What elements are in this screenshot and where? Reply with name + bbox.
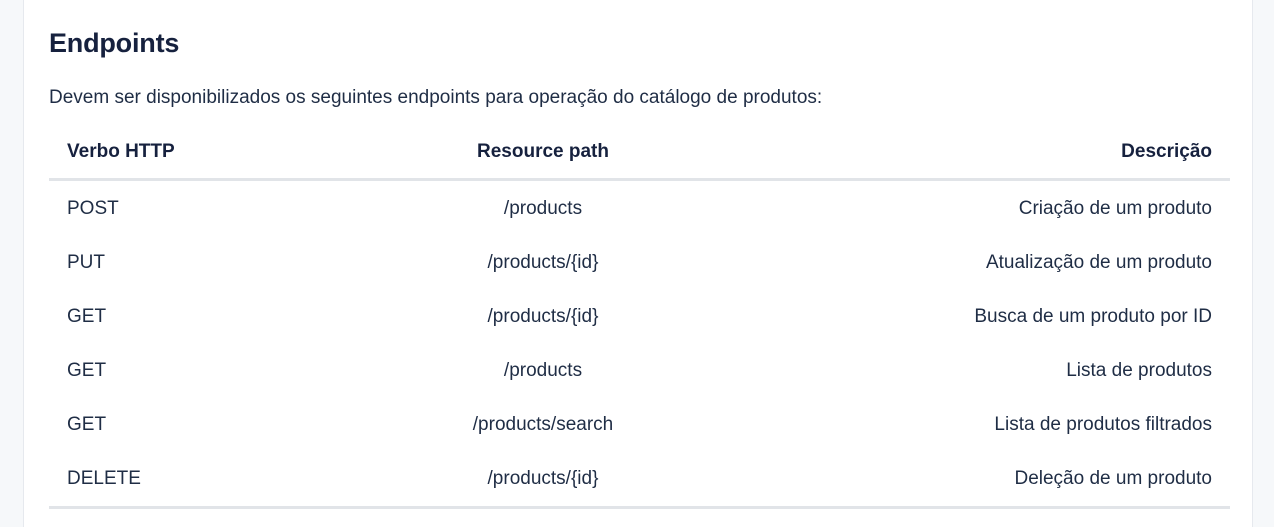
cell-description: Lista de produtos filtrados [994,414,1212,435]
cell-path: /products/{id} [487,252,599,273]
section-title: Endpoints [49,28,180,58]
cell-verb: GET [67,360,107,381]
header-description: Descrição [721,126,1230,181]
table-row: POST /products Criação de um produto [49,180,1230,237]
content-card: Endpoints Devem ser disponibilizados os … [23,0,1253,527]
table-row: DELETE /products/{id} Deleção de um prod… [49,452,1230,509]
cell-path: /products [503,197,583,219]
table-row: GET /products Lista de produtos [49,344,1230,398]
cell-path: /products/{id} [487,306,599,327]
table-header: Verbo HTTP Resource path Descrição [49,126,1230,181]
endpoints-table: Verbo HTTP Resource path Descrição POST … [49,126,1230,509]
cell-description: Deleção de um produto [721,452,1230,509]
cell-description: Criação de um produto [1018,197,1212,219]
table-row: GET /products/search Lista de produtos f… [49,398,1230,452]
header-row: Verbo HTTP Resource path Descrição [49,126,1230,181]
cell-description: Busca de um produto por ID [974,306,1212,327]
cell-verb: GET [67,306,107,327]
table-body: POST /products Criação de um produto PUT… [49,180,1230,509]
cell-path: /products/search [472,414,614,435]
cell-path: /products [503,360,583,381]
table-row: PUT /products/{id} Atualização de um pro… [49,236,1230,290]
cell-path: /products/{id} [365,452,721,509]
cell-verb: PUT [67,252,105,273]
header-path: Resource path [365,126,721,181]
cell-verb: DELETE [49,452,365,509]
cell-verb: POST [67,197,119,219]
section-intro: Devem ser disponibilizados os seguintes … [49,87,823,108]
table-row: GET /products/{id} Busca de um produto p… [49,290,1230,344]
cell-description: Lista de produtos [1066,360,1212,381]
header-verb: Verbo HTTP [49,126,365,181]
cell-verb: GET [67,414,107,435]
cell-description: Atualização de um produto [985,252,1212,273]
